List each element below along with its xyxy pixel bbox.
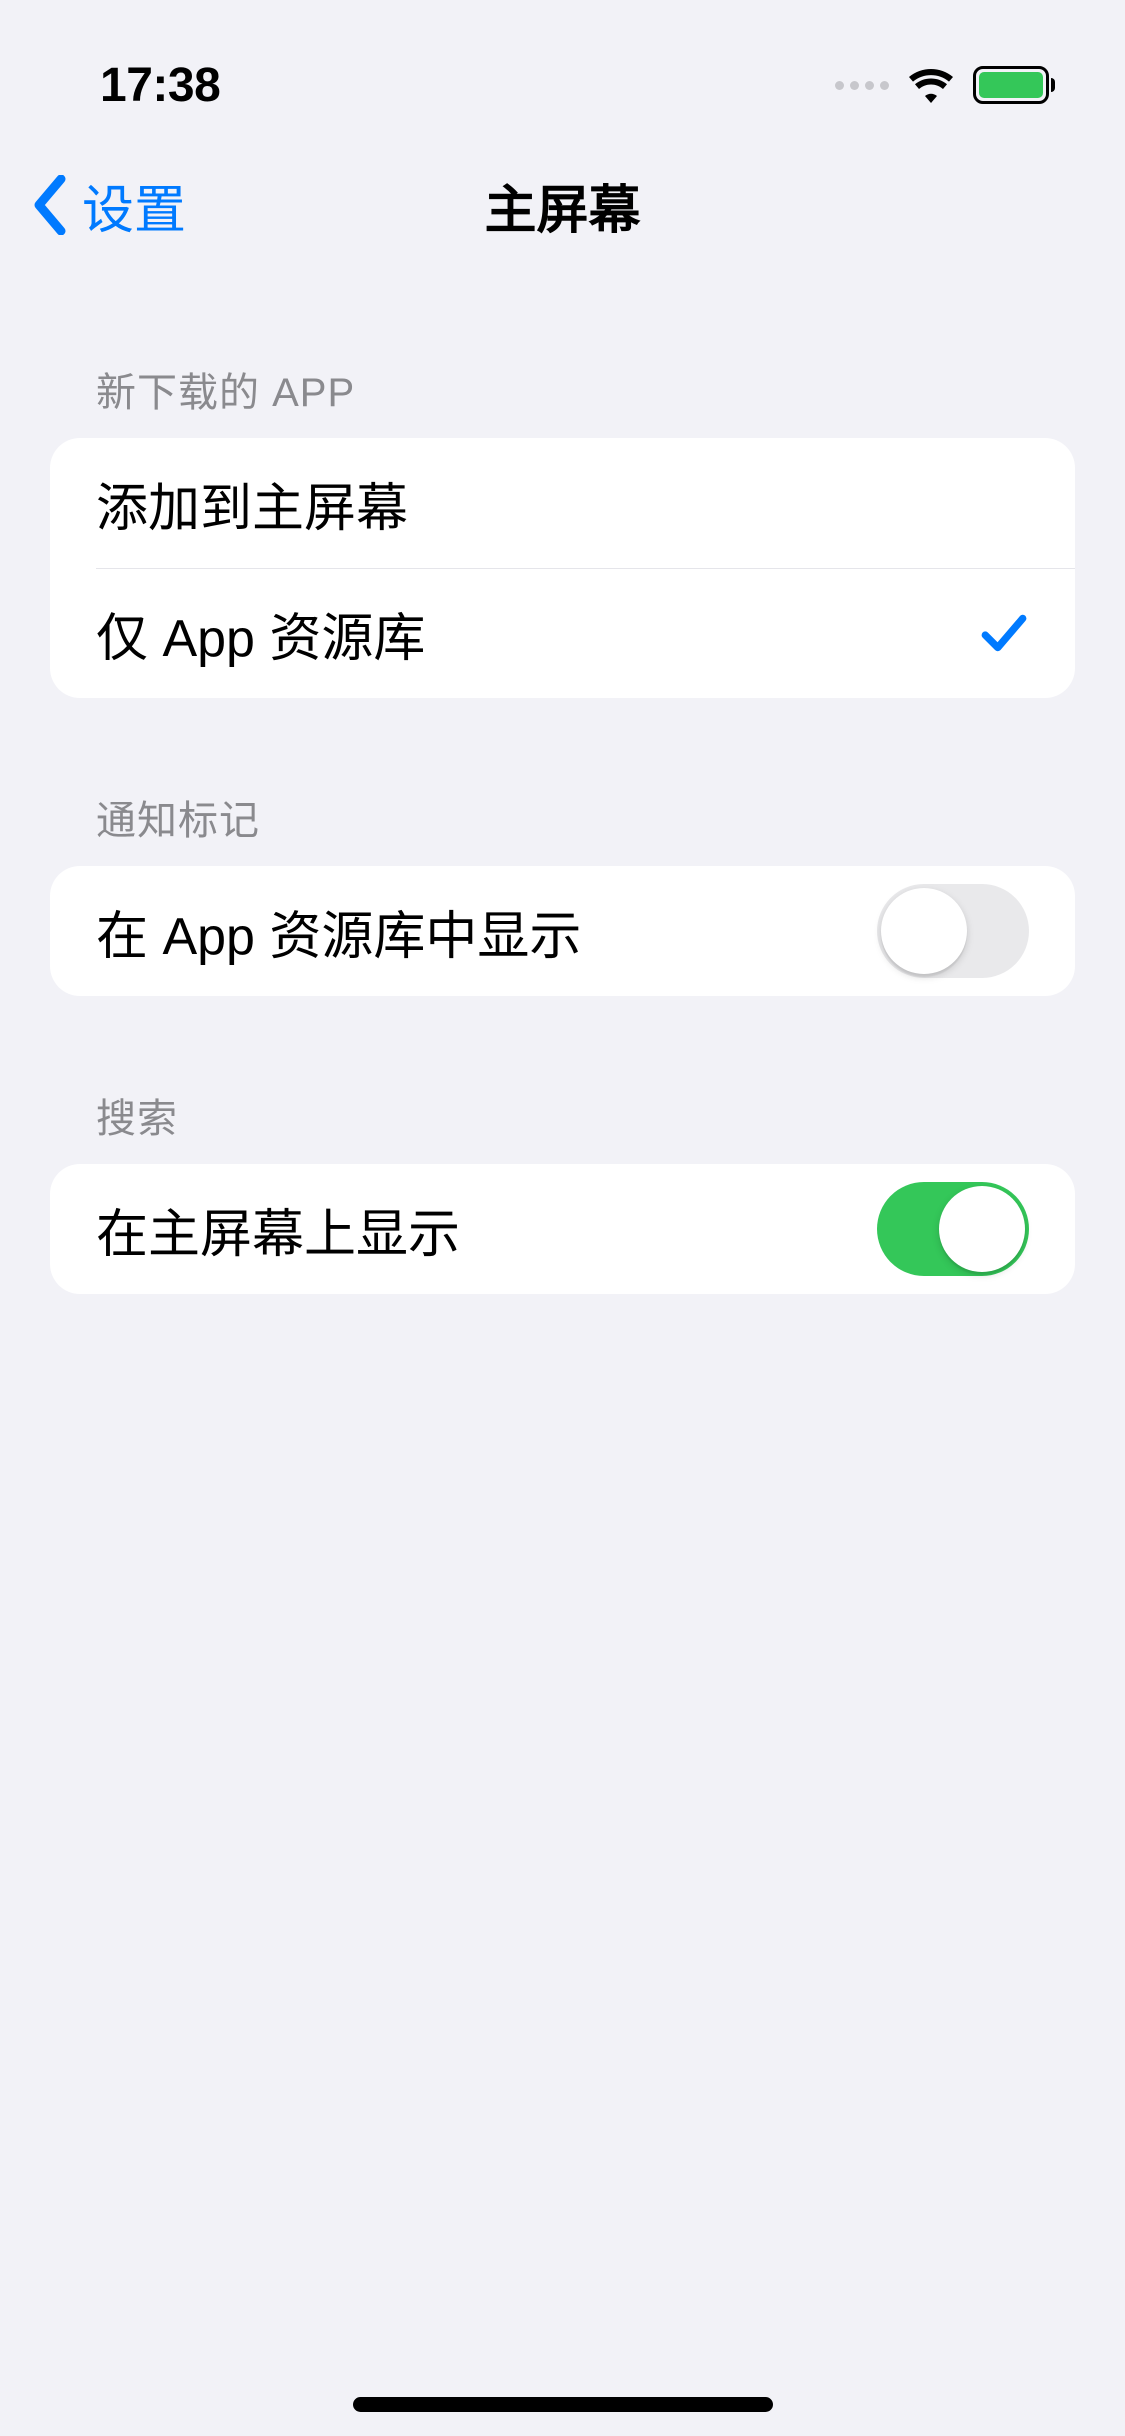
toggle-knob	[881, 888, 967, 974]
home-indicator[interactable]	[353, 2397, 773, 2412]
nav-bar: 设置 主屏幕	[0, 140, 1125, 270]
row-label: 在主屏幕上显示	[96, 1192, 460, 1267]
row-label: 仅 App 资源库	[96, 596, 425, 671]
content: 新下载的 APP 添加到主屏幕 仅 App 资源库 通知标记 在 App 资源库…	[0, 270, 1125, 1294]
section-search: 搜索 在主屏幕上显示	[50, 1086, 1075, 1294]
chevron-left-icon	[30, 175, 82, 235]
signal-strength-icon	[835, 81, 889, 90]
option-add-to-home-screen[interactable]: 添加到主屏幕	[50, 438, 1075, 568]
status-bar: 17:38	[0, 0, 1125, 140]
option-app-library-only[interactable]: 仅 App 资源库	[50, 568, 1075, 698]
status-time: 17:38	[100, 58, 220, 113]
section-body: 在主屏幕上显示	[50, 1164, 1075, 1294]
section-header-new-downloads: 新下载的 APP	[50, 360, 1075, 438]
battery-icon	[973, 66, 1055, 104]
section-header-search: 搜索	[50, 1086, 1075, 1164]
toggle-show-in-app-library[interactable]	[877, 884, 1029, 978]
back-button[interactable]: 设置	[30, 168, 186, 243]
back-label: 设置	[82, 168, 186, 243]
row-label: 添加到主屏幕	[96, 466, 408, 541]
row-show-on-home-screen: 在主屏幕上显示	[50, 1164, 1075, 1294]
page-title: 主屏幕	[484, 168, 640, 243]
row-label: 在 App 资源库中显示	[96, 894, 581, 969]
toggle-show-on-home-screen[interactable]	[877, 1182, 1029, 1276]
section-header-notification-badges: 通知标记	[50, 788, 1075, 866]
section-body: 在 App 资源库中显示	[50, 866, 1075, 996]
checkmark-icon	[979, 608, 1029, 658]
toggle-knob	[939, 1186, 1025, 1272]
section-notification-badges: 通知标记 在 App 资源库中显示	[50, 788, 1075, 996]
status-right	[835, 66, 1055, 104]
row-show-in-app-library: 在 App 资源库中显示	[50, 866, 1075, 996]
wifi-icon	[907, 66, 955, 104]
section-new-downloads: 新下载的 APP 添加到主屏幕 仅 App 资源库	[50, 360, 1075, 698]
section-body: 添加到主屏幕 仅 App 资源库	[50, 438, 1075, 698]
